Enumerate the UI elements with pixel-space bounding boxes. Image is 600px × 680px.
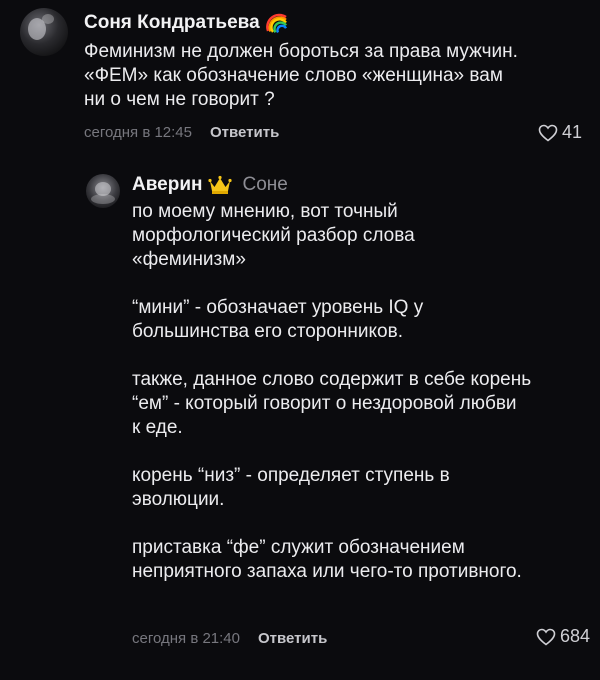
comment-text: по моему мнению, вот точный морфологичес… — [132, 201, 532, 582]
like-count: 41 — [561, 122, 582, 142]
heart-icon[interactable] — [536, 628, 556, 646]
timestamp: сегодня в 21:40 — [132, 630, 240, 647]
like-count: 684 — [559, 626, 590, 646]
author-name[interactable]: Соня Кондратьева — [84, 12, 260, 34]
comment-text: Феминизм не должен бороться за права муж… — [84, 41, 518, 110]
avatar[interactable] — [86, 174, 120, 208]
reply-button[interactable]: Ответить — [258, 630, 327, 647]
crown-icon — [208, 175, 233, 195]
reply-button[interactable]: Ответить — [210, 124, 279, 141]
reply-to-name[interactable]: Соне — [242, 174, 287, 196]
comment-header: Аверин Соне — [132, 174, 288, 196]
comment-meta: сегодня в 12:45 Ответить — [84, 124, 279, 141]
timestamp: сегодня в 12:45 — [84, 124, 192, 141]
rainbow-icon — [265, 13, 288, 34]
avatar[interactable] — [20, 8, 68, 56]
comment-header: Соня Кондратьева — [84, 12, 288, 34]
like-button[interactable]: 41 — [538, 122, 582, 143]
comment-meta: сегодня в 21:40 Ответить — [132, 630, 327, 647]
author-name[interactable]: Аверин — [132, 174, 202, 196]
like-button[interactable]: 684 — [536, 626, 590, 647]
heart-icon[interactable] — [538, 124, 558, 142]
